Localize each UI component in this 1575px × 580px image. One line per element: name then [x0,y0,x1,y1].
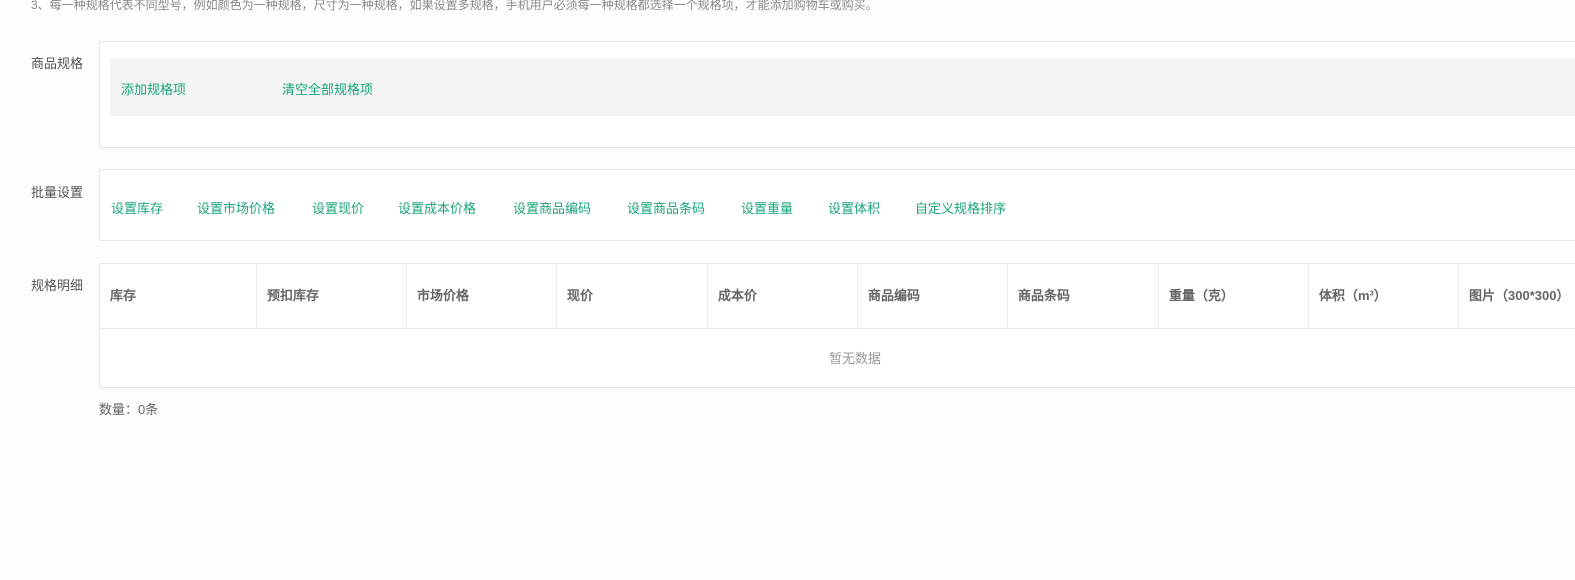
add-spec-item-button[interactable]: 添加规格项 [121,79,186,98]
column-header-volume: 体积（m³） [1308,264,1458,328]
set-cost-price-button[interactable]: 设置成本价格 [398,198,476,217]
batch-settings-label: 批量设置 [31,185,84,200]
spec-tip-text: 3、每一种规格代表不同型号，例如颜色为一种规格，尺寸为一种规格，如果设置多规格，… [31,0,878,12]
row-count: 数量：0条 [99,399,158,418]
spec-toolbar: 添加规格项 清空全部规格项 [110,58,1575,116]
column-header-reserved-stock: 预扣库存 [256,264,406,328]
spec-detail-table: 库存 预扣库存 市场价格 现价 成本价 商品编码 商品条码 重量（克） 体积（m… [99,263,1575,388]
spec-label: 商品规格 [31,56,84,71]
set-product-barcode-button[interactable]: 设置商品条码 [627,198,705,217]
set-market-price-button[interactable]: 设置市场价格 [197,198,275,217]
column-header-market-price: 市场价格 [406,264,556,328]
set-stock-button[interactable]: 设置库存 [111,198,163,217]
column-header-image: 图片（300*300） [1458,264,1575,328]
table-header: 库存 预扣库存 市场价格 现价 成本价 商品编码 商品条码 重量（克） 体积（m… [100,264,1575,329]
column-header-cost-price: 成本价 [707,264,857,328]
spec-panel: 添加规格项 清空全部规格项 [99,41,1575,148]
column-header-weight: 重量（克） [1158,264,1308,328]
row-count-label: 数量： [99,402,139,417]
spec-detail-label: 规格明细 [31,278,84,293]
set-product-code-button[interactable]: 设置商品编码 [513,198,591,217]
column-header-barcode: 商品条码 [1007,264,1158,328]
clear-all-spec-items-button[interactable]: 清空全部规格项 [282,79,373,98]
set-volume-button[interactable]: 设置体积 [828,198,880,217]
set-current-price-button[interactable]: 设置现价 [312,198,364,217]
row-count-value: 0条 [138,402,159,417]
column-header-current-price: 现价 [556,264,707,328]
batch-settings-panel: 设置库存 设置市场价格 设置现价 设置成本价格 设置商品编码 设置商品条码 设置… [99,169,1575,241]
empty-state-text: 暂无数据 [828,351,881,366]
column-header-stock: 库存 [110,288,137,303]
set-weight-button[interactable]: 设置重量 [741,198,793,217]
custom-spec-sort-button[interactable]: 自定义规格排序 [915,198,1006,217]
column-header-product-code: 商品编码 [857,264,1007,328]
